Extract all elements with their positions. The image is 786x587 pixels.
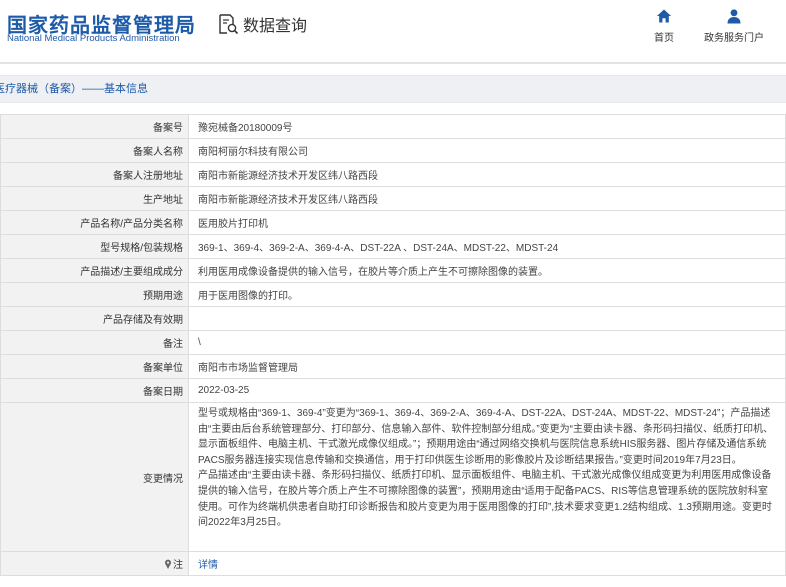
field-value: [188, 306, 786, 331]
field-label: 产品存储及有效期: [0, 306, 189, 331]
field-value: 用于医用图像的打印。: [188, 282, 786, 307]
nav-home-label: 首页: [654, 33, 674, 44]
field-value: 南阳市市场监督管理局: [188, 354, 786, 379]
field-value: \: [188, 330, 786, 355]
table-row: 型号规格/包装规格 369-1、369-4、369-2-A、369-4-A、DST…: [0, 234, 786, 259]
nav-service-portal-label: 政务服务门户: [704, 33, 764, 44]
field-label: 预期用途: [0, 282, 189, 307]
note-row: 注 详情: [0, 551, 786, 576]
field-value: 利用医用成像设备提供的输入信号，在胶片等介质上产生不可擦除图像的装置。: [188, 258, 786, 283]
table-row: 产品存储及有效期: [0, 306, 786, 331]
field-value: 南阳柯丽尔科技有限公司: [188, 138, 786, 163]
data-query-label: 数据查询: [243, 18, 308, 35]
change-history-row: 变更情况 型号或规格由“369-1、369-4”变更为“369-1、369-4、…: [0, 402, 786, 552]
field-label: 型号规格/包装规格: [0, 234, 189, 259]
table-row: 产品名称/产品分类名称 医用胶片打印机: [0, 210, 786, 235]
field-value: 南阳市新能源经济技术开发区纬八路西段: [188, 186, 786, 211]
pin-icon: [165, 559, 171, 569]
details-link[interactable]: 详情: [198, 560, 218, 571]
home-icon: [657, 9, 671, 23]
data-query-link[interactable]: 数据查询: [217, 12, 307, 36]
table-row: 备案人名称 南阳柯丽尔科技有限公司: [0, 138, 786, 163]
change-history-paragraph: 型号或规格由“369-1、369-4”变更为“369-1、369-4、369-2…: [198, 408, 773, 466]
breadcrumb-separator: ——: [82, 83, 104, 95]
note-label: 注: [0, 551, 189, 576]
field-label: 备案单位: [0, 354, 189, 379]
field-label: 产品描述/主要组成成分: [0, 258, 189, 283]
nav-service-portal[interactable]: 政务服务门户: [696, 8, 772, 44]
field-value: 南阳市新能源经济技术开发区纬八路西段: [188, 162, 786, 187]
change-history-paragraph: 产品描述由“主要由读卡器、条形码扫描仪、纸质打印机、显示面板组件、电脑主机、干式…: [198, 470, 772, 529]
table-row: 备案人注册地址 南阳市新能源经济技术开发区纬八路西段: [0, 162, 786, 187]
table-row: 备注 \: [0, 330, 786, 355]
field-label: 备案人名称: [0, 138, 189, 163]
site-logo-subtitle[interactable]: National Medical Products Administration: [7, 33, 180, 44]
table-row: 产品描述/主要组成成分 利用医用成像设备提供的输入信号，在胶片等介质上产生不可擦除…: [0, 258, 786, 283]
note-value: 详情: [188, 551, 786, 576]
user-icon: [727, 9, 741, 24]
breadcrumb: 医疗器械（备案）——基本信息: [0, 75, 786, 103]
field-value: 2022-03-25: [188, 378, 786, 403]
change-history-value: 型号或规格由“369-1、369-4”变更为“369-1、369-4、369-2…: [188, 402, 786, 552]
table-row: 预期用途 用于医用图像的打印。: [0, 282, 786, 307]
table-row: 备案单位 南阳市市场监督管理局: [0, 354, 786, 379]
field-label: 备注: [0, 330, 189, 355]
table-row: 备案日期 2022-03-25: [0, 378, 786, 403]
field-label: 备案人注册地址: [0, 162, 189, 187]
field-label: 备案号: [0, 114, 189, 139]
search-document-icon: [219, 14, 239, 35]
site-header: 国家药品监督管理局 National Medical Products Admi…: [0, 0, 786, 62]
field-value: 医用胶片打印机: [188, 210, 786, 235]
table-row: 备案号 豫宛械备20180009号: [0, 114, 786, 139]
nav-home[interactable]: 首页: [626, 8, 702, 44]
note-label-text: 注: [173, 560, 183, 571]
header-divider: [0, 62, 786, 64]
record-info-table: 备案号 豫宛械备20180009号 备案人名称 南阳柯丽尔科技有限公司 备案人注册地…: [0, 114, 786, 576]
field-label: 产品名称/产品分类名称: [0, 210, 189, 235]
table-row: 生产地址 南阳市新能源经济技术开发区纬八路西段: [0, 186, 786, 211]
breadcrumb-current: 基本信息: [104, 83, 148, 95]
field-label: 备案日期: [0, 378, 189, 403]
field-value: 豫宛械备20180009号: [188, 114, 786, 139]
field-label: 变更情况: [0, 402, 189, 552]
field-label: 生产地址: [0, 186, 189, 211]
field-value: 369-1、369-4、369-2-A、369-4-A、DST-22A 、DST…: [188, 234, 786, 259]
breadcrumb-category[interactable]: 医疗器械（备案）: [0, 83, 82, 95]
